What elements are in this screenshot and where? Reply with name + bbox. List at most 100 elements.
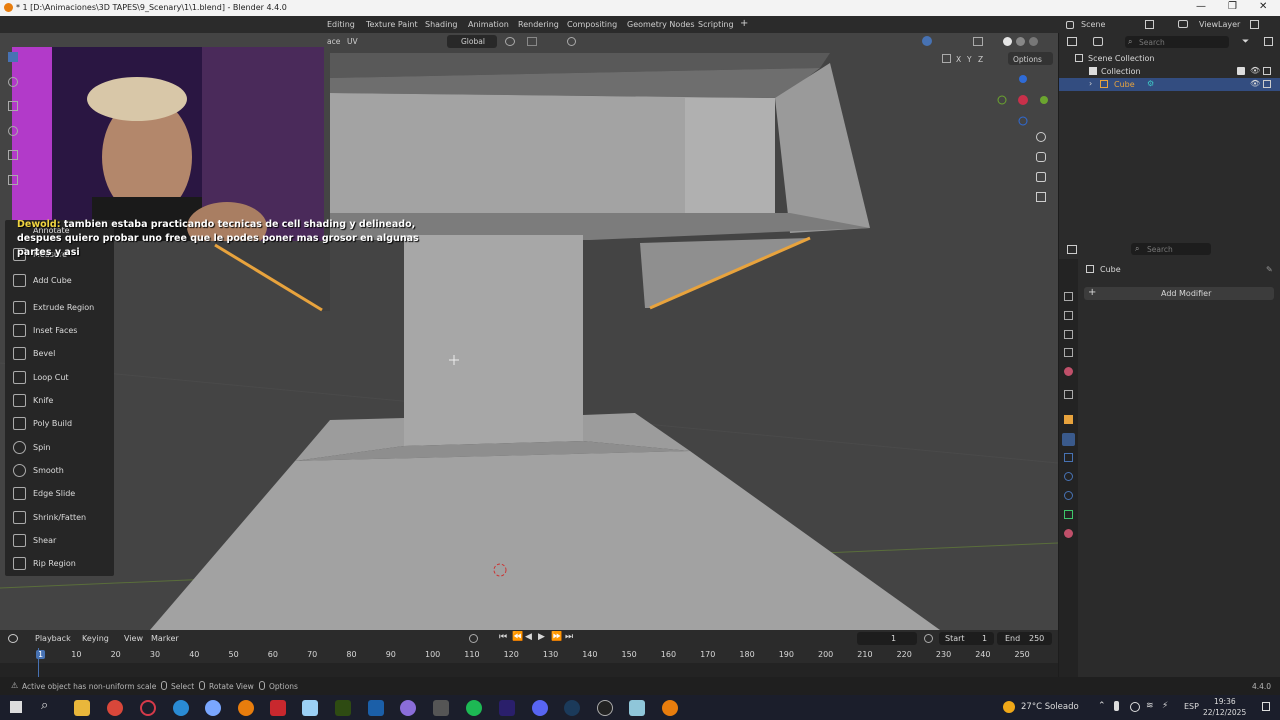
- visual-studio-icon[interactable]: [368, 700, 384, 716]
- world-props-icon[interactable]: [1064, 390, 1073, 399]
- media-app-icon[interactable]: [270, 700, 286, 716]
- outliner-cube-row[interactable]: › Cube ⚙ 👁: [1059, 78, 1280, 91]
- mirror-icon[interactable]: [942, 54, 951, 63]
- clock-date[interactable]: 22/12/2025: [1203, 708, 1246, 717]
- move-icon[interactable]: [8, 101, 18, 111]
- tab-shading[interactable]: Shading: [425, 20, 458, 29]
- steam-icon[interactable]: [564, 700, 580, 716]
- tab-animation[interactable]: Animation: [468, 20, 509, 29]
- timeline-track[interactable]: [0, 663, 1058, 677]
- menu-playback[interactable]: Playback: [35, 634, 71, 643]
- overlays-icon[interactable]: [922, 36, 932, 46]
- scene-collection-row[interactable]: Scene Collection: [1059, 53, 1280, 65]
- play-reverse-button[interactable]: ◀: [525, 632, 532, 642]
- tab-editing[interactable]: Editing: [327, 20, 355, 29]
- start-frame-field[interactable]: Start 1: [939, 632, 994, 645]
- minimize-button[interactable]: —: [1196, 1, 1206, 12]
- tool-inset-faces[interactable]: Inset Faces: [5, 319, 114, 342]
- close-button[interactable]: ✕: [1259, 1, 1267, 12]
- menu-marker[interactable]: Marker: [151, 634, 179, 643]
- tool-props-icon[interactable]: [1064, 292, 1073, 301]
- tray-app-icon[interactable]: [1130, 702, 1140, 712]
- mirror-y-toggle[interactable]: Y: [967, 55, 972, 64]
- tool-poly-build[interactable]: Poly Build: [5, 412, 114, 435]
- play-button[interactable]: ▶: [538, 632, 545, 642]
- clock-time[interactable]: 19:36: [1214, 697, 1236, 706]
- tab-texture-paint[interactable]: Texture Paint: [366, 20, 418, 29]
- language-indicator[interactable]: ESP: [1184, 702, 1199, 711]
- timeline-editor-icon[interactable]: [8, 634, 18, 643]
- tool-edge-slide[interactable]: Edge Slide: [5, 482, 114, 505]
- shading-material-icon[interactable]: [1016, 37, 1025, 46]
- mirror-z-toggle[interactable]: Z: [978, 55, 983, 64]
- app-purple-icon[interactable]: [400, 700, 416, 716]
- wifi-icon[interactable]: ≋: [1146, 701, 1154, 711]
- tool-smooth[interactable]: Smooth: [5, 459, 114, 482]
- tab-scripting[interactable]: Scripting: [698, 20, 734, 29]
- particles-props-icon[interactable]: [1064, 453, 1073, 462]
- tool-shear[interactable]: Shear: [5, 529, 114, 552]
- tool-extrude-region[interactable]: Extrude Region: [5, 296, 114, 319]
- preview-range-icon[interactable]: [924, 634, 933, 643]
- obs-icon[interactable]: [597, 700, 613, 716]
- playhead[interactable]: [38, 648, 39, 677]
- app-light-icon[interactable]: [302, 700, 318, 716]
- rotate-icon[interactable]: [8, 126, 18, 136]
- zoom-icon[interactable]: [1036, 132, 1046, 142]
- collection-visibility-icon[interactable]: 👁: [1250, 66, 1260, 75]
- tab-rendering[interactable]: Rendering: [518, 20, 559, 29]
- menu-uv[interactable]: UV: [347, 37, 358, 46]
- tool-loop-cut[interactable]: Loop Cut: [5, 366, 114, 389]
- app-teal-icon[interactable]: [629, 700, 645, 716]
- transform-icon[interactable]: [8, 175, 18, 185]
- app-blue-icon[interactable]: [205, 700, 221, 716]
- physics-props-icon[interactable]: [1064, 472, 1073, 481]
- add-modifier-button[interactable]: + Add Modifier: [1084, 287, 1274, 300]
- tool-bevel[interactable]: Bevel: [5, 342, 114, 365]
- pin-icon[interactable]: ✎: [1266, 265, 1273, 274]
- network-icon[interactable]: ⚡: [1162, 701, 1168, 711]
- new-collection-icon[interactable]: [1264, 37, 1273, 46]
- output-props-icon[interactable]: [1064, 330, 1073, 339]
- chrome-icon[interactable]: [107, 700, 123, 716]
- tool-rip-region[interactable]: Rip Region: [5, 552, 114, 575]
- tool-add-cube[interactable]: Add Cube: [5, 269, 114, 292]
- current-frame-field[interactable]: 1: [857, 632, 917, 645]
- tool-shrink-fatten[interactable]: Shrink/Fatten: [5, 506, 114, 529]
- new-scene-icon[interactable]: [1145, 20, 1154, 29]
- cursor-icon[interactable]: [8, 77, 18, 87]
- search-taskbar-icon[interactable]: ⌕: [41, 698, 48, 713]
- menu-face[interactable]: ace: [327, 37, 340, 46]
- scene-selector[interactable]: Scene: [1081, 20, 1105, 29]
- shading-rendered-icon[interactable]: [1029, 37, 1038, 46]
- end-frame-field[interactable]: End 250: [997, 632, 1052, 645]
- collection-row[interactable]: Collection 👁: [1059, 66, 1280, 78]
- filter-icon[interactable]: ⏷: [1242, 37, 1249, 47]
- jump-start-button[interactable]: ⏮: [499, 632, 507, 642]
- collection-render-icon[interactable]: [1263, 67, 1271, 75]
- mic-icon[interactable]: [1114, 701, 1119, 711]
- perspective-grid-icon[interactable]: [1036, 192, 1046, 202]
- photoshop-icon[interactable]: [335, 700, 351, 716]
- windows-start-icon[interactable]: [10, 701, 22, 713]
- tray-chevron-icon[interactable]: ⌃: [1098, 701, 1106, 711]
- next-keyframe-button[interactable]: ⏩: [551, 632, 562, 642]
- constraints-props-icon[interactable]: [1064, 491, 1073, 500]
- 3d-viewport[interactable]: [0, 33, 1058, 630]
- edge-icon[interactable]: [173, 700, 189, 716]
- file-explorer-icon[interactable]: [74, 700, 90, 716]
- render-props-icon[interactable]: [1064, 311, 1073, 320]
- davinci-icon[interactable]: [433, 700, 449, 716]
- material-props-icon[interactable]: [1064, 529, 1073, 538]
- opera-icon[interactable]: [140, 700, 156, 716]
- autokey-icon[interactable]: [469, 634, 478, 643]
- expand-arrow-icon[interactable]: ›: [1089, 79, 1092, 88]
- mirror-x-toggle[interactable]: X: [956, 55, 961, 64]
- after-effects-icon[interactable]: [499, 700, 515, 716]
- tool-knife[interactable]: Knife: [5, 389, 114, 412]
- cube-visibility-icon[interactable]: 👁: [1250, 79, 1260, 88]
- properties-editor-icon[interactable]: [1067, 245, 1077, 254]
- select-box-icon[interactable]: [8, 52, 18, 62]
- tab-geometry-nodes[interactable]: Geometry Nodes: [627, 20, 694, 29]
- display-mode-icon[interactable]: [1093, 37, 1103, 46]
